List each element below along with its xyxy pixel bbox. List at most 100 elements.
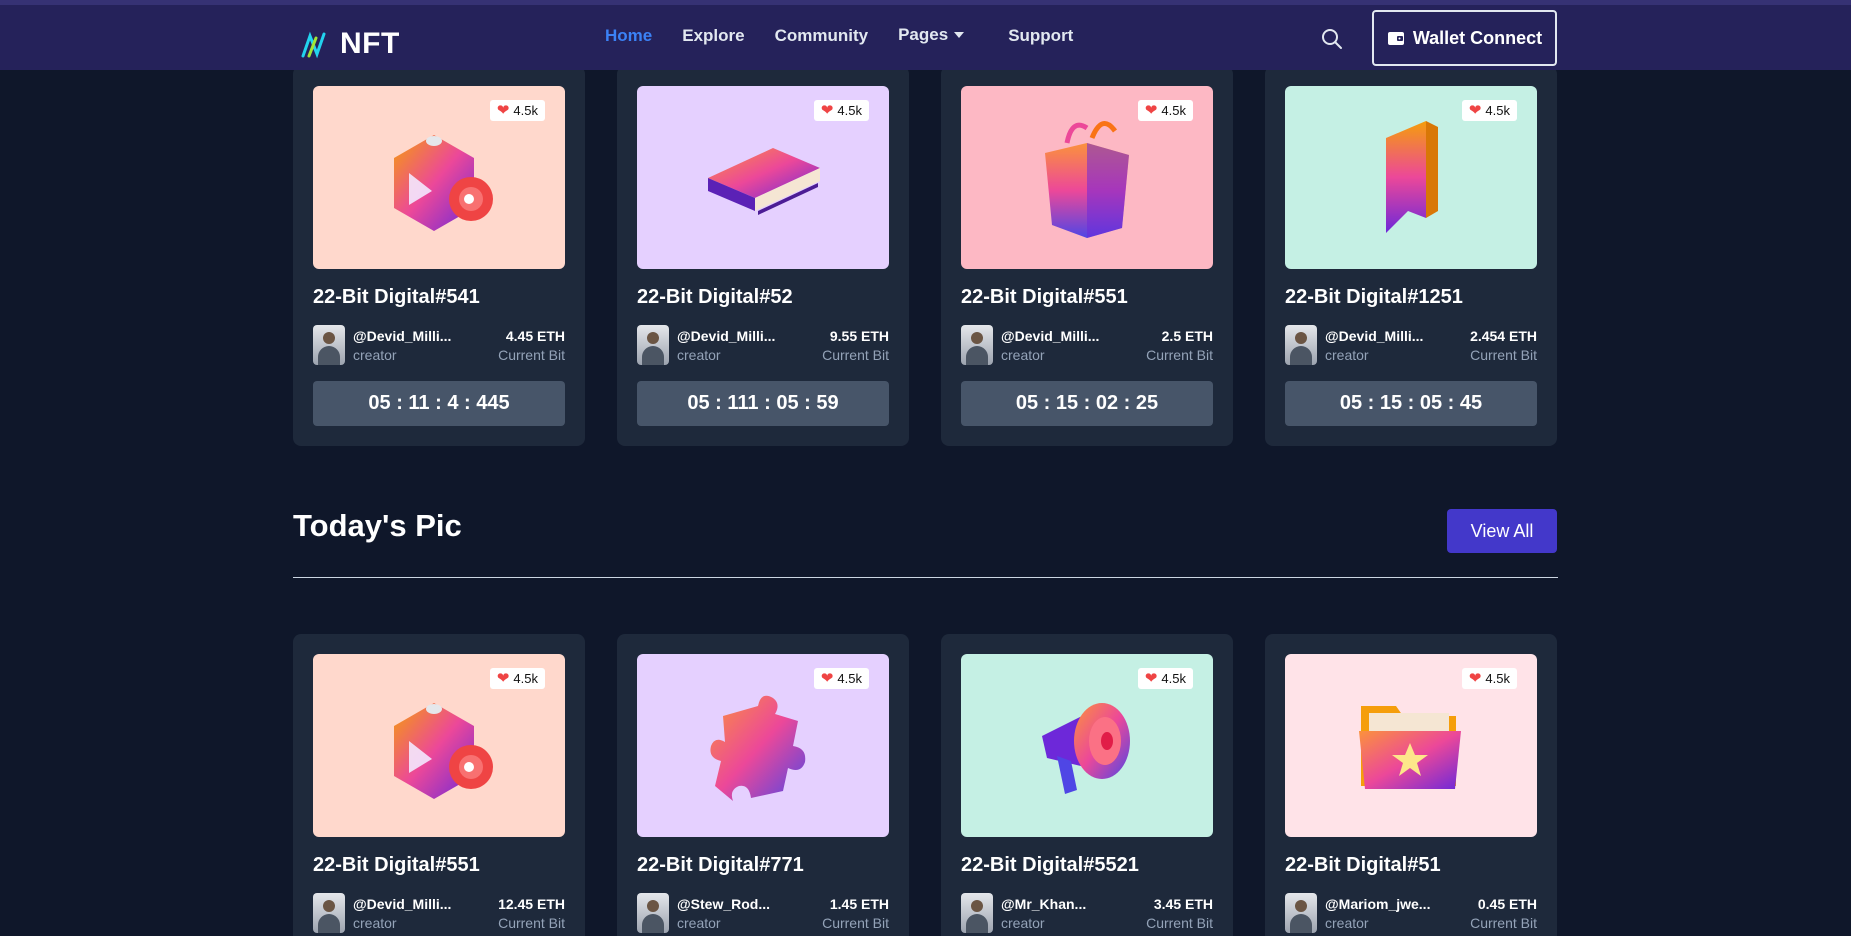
nft-image[interactable]: ❤ 4.5k	[637, 654, 889, 837]
creator-info[interactable]: @Devid_Milli... creator	[313, 893, 451, 933]
price-label: Current Bit	[498, 914, 565, 931]
avatar	[961, 325, 993, 365]
nav-community[interactable]: Community	[775, 26, 869, 46]
nft-card[interactable]: ❤ 4.5k 22-Bit Digital#541 @Devid_Milli...…	[293, 66, 585, 446]
nft-title[interactable]: 22-Bit Digital#5521	[961, 854, 1213, 877]
nav-pages[interactable]: Pages	[898, 24, 965, 46]
nft-title[interactable]: 22-Bit Digital#52	[637, 286, 889, 309]
creator-role: creator	[677, 346, 721, 363]
creator-info[interactable]: @Mariom_jwe... creator	[1285, 893, 1430, 933]
brand-logo[interactable]: NFT	[300, 27, 400, 61]
wallet-connect-label: Wallet Connect	[1412, 27, 1543, 48]
nav-support[interactable]: Support	[1008, 26, 1073, 46]
bookmark-icon	[1386, 120, 1438, 233]
like-badge[interactable]: ❤ 4.5k	[489, 100, 545, 121]
like-badge[interactable]: ❤ 4.5k	[1461, 668, 1517, 689]
nft-title[interactable]: 22-Bit Digital#771	[637, 854, 889, 877]
creator-name: @Mr_Khan...	[1001, 895, 1087, 912]
star-folder-icon	[1359, 705, 1461, 789]
nft-image[interactable]: ❤ 4.5k	[313, 654, 565, 837]
view-all-button[interactable]: View All	[1447, 509, 1557, 553]
like-badge[interactable]: ❤ 4.5k	[813, 668, 869, 689]
nft-card[interactable]: ❤ 4.5k 22-Bit Digital#51 @Mariom_jwe... cr…	[1265, 634, 1557, 936]
nav-home[interactable]: Home	[605, 26, 652, 46]
wallet-icon	[1387, 32, 1404, 45]
nft-image[interactable]: ❤ 4.5k	[961, 654, 1213, 837]
nft-image[interactable]: ❤ 4.5k	[313, 86, 565, 269]
creator-info[interactable]: @Devid_Milli... creator	[313, 325, 451, 365]
price-info: 3.45 ETH Current Bit	[1146, 896, 1213, 931]
nav-community-label: Community	[774, 26, 869, 45]
creator-info[interactable]: @Devid_Milli... creator	[1285, 325, 1423, 365]
price-info: 1.45 ETH Current Bit	[822, 896, 889, 931]
price-value: 4.45 ETH	[505, 327, 565, 344]
nft-meta: @Mr_Khan... creator 3.45 ETH Current Bit	[961, 893, 1213, 933]
nft-card[interactable]: ❤ 4.5k 22-Bit Digital#771 @Stew_Rod... cre…	[617, 634, 909, 936]
avatar	[313, 325, 345, 365]
like-count: 4.5k	[513, 103, 538, 118]
like-badge[interactable]: ❤ 4.5k	[1137, 100, 1193, 121]
nav-explore[interactable]: Explore	[682, 26, 744, 46]
chevron-down-icon	[954, 32, 965, 38]
like-count: 4.5k	[1485, 103, 1510, 118]
creator-info[interactable]: @Devid_Milli... creator	[637, 325, 775, 365]
avatar	[1285, 325, 1317, 365]
creator-info[interactable]: @Stew_Rod... creator	[637, 893, 770, 933]
price-label: Current Bit	[822, 914, 889, 931]
heart-icon: ❤	[1468, 670, 1482, 687]
countdown-timer: 05 : 15 : 02 : 25	[961, 381, 1213, 426]
like-badge[interactable]: ❤ 4.5k	[1461, 100, 1517, 121]
nft-card[interactable]: ❤ 4.5k 22-Bit Digital#5521 @Mr_Khan... cre…	[941, 634, 1233, 936]
nft-title[interactable]: 22-Bit Digital#1251	[1285, 286, 1537, 309]
heart-icon: ❤	[1144, 102, 1158, 119]
wallet-connect-button[interactable]: Wallet Connect	[1372, 10, 1557, 66]
auction-card-row: ❤ 4.5k 22-Bit Digital#541 @Devid_Milli...…	[293, 66, 1557, 446]
nft-image[interactable]: ❤ 4.5k	[1285, 654, 1537, 837]
brand-logo-icon	[301, 31, 326, 59]
countdown-timer: 05 : 15 : 05 : 45	[1285, 381, 1537, 426]
navbar: NFT Home Explore Community Pages Support…	[0, 0, 1851, 70]
creator-info[interactable]: @Mr_Khan... creator	[961, 893, 1086, 933]
nav-support-label: Support	[1008, 26, 1074, 45]
avatar	[961, 893, 993, 933]
creator-name: @Devid_Milli...	[353, 895, 452, 912]
price-info: 9.55 ETH Current Bit	[822, 328, 889, 363]
price-label: Current Bit	[1146, 914, 1213, 931]
nft-title[interactable]: 22-Bit Digital#551	[313, 854, 565, 877]
like-badge[interactable]: ❤ 4.5k	[813, 100, 869, 121]
search-icon[interactable]	[1320, 27, 1344, 51]
nft-card[interactable]: ❤ 4.5k 22-Bit Digital#52 @Devid_Milli... c…	[617, 66, 909, 446]
nft-image[interactable]: ❤ 4.5k	[637, 86, 889, 269]
nft-card[interactable]: ❤ 4.5k 22-Bit Digital#551 @Devid_Milli...…	[941, 66, 1233, 446]
nft-title[interactable]: 22-Bit Digital#51	[1285, 854, 1537, 877]
avatar	[313, 893, 345, 933]
creator-name: @Devid_Milli...	[1001, 327, 1100, 344]
puzzle-piece-icon	[710, 695, 806, 801]
creator-info[interactable]: @Devid_Milli... creator	[961, 325, 1099, 365]
nav-home-label: Home	[605, 26, 653, 45]
nft-image[interactable]: ❤ 4.5k	[961, 86, 1213, 269]
like-badge[interactable]: ❤ 4.5k	[489, 668, 545, 689]
creator-name: @Stew_Rod...	[677, 895, 770, 912]
nft-card[interactable]: ❤ 4.5k 22-Bit Digital#551 @Devid_Milli...…	[293, 634, 585, 936]
price-info: 0.45 ETH Current Bit	[1470, 896, 1537, 931]
price-label: Current Bit	[1470, 914, 1537, 931]
price-label: Current Bit	[498, 346, 565, 363]
price-label: Current Bit	[822, 346, 889, 363]
price-info: 4.45 ETH Current Bit	[498, 328, 565, 363]
like-badge[interactable]: ❤ 4.5k	[1137, 668, 1193, 689]
countdown-timer: 05 : 11 : 4 : 445	[313, 381, 565, 426]
nft-card[interactable]: ❤ 4.5k 22-Bit Digital#1251 @Devid_Milli..…	[1265, 66, 1557, 446]
nft-title[interactable]: 22-Bit Digital#551	[961, 286, 1213, 309]
heart-icon: ❤	[496, 102, 510, 119]
heart-icon: ❤	[496, 670, 510, 687]
avatar	[637, 325, 669, 365]
section-title: Today's Pic	[293, 508, 462, 543]
price-value: 2.5 ETH	[1161, 327, 1213, 344]
nft-meta: @Devid_Milli... creator 2.454 ETH Current …	[1285, 325, 1537, 365]
price-info: 2.454 ETH Current Bit	[1470, 328, 1537, 363]
heart-icon: ❤	[1144, 670, 1158, 687]
nft-meta: @Mariom_jwe... creator 0.45 ETH Current Bi…	[1285, 893, 1537, 933]
nft-image[interactable]: ❤ 4.5k	[1285, 86, 1537, 269]
nft-title[interactable]: 22-Bit Digital#541	[313, 286, 565, 309]
